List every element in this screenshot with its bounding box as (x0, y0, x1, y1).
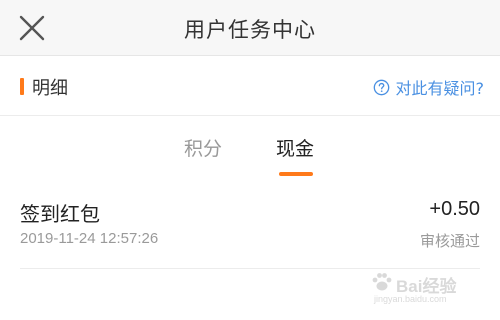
active-tab-indicator (279, 172, 313, 176)
record-status: 审核通过 (419, 232, 480, 250)
faq-link[interactable]: 对此有疑问? (373, 75, 485, 99)
paw-icon (372, 273, 392, 291)
tab-bar: 积分 现金 (0, 116, 500, 180)
tab-cash[interactable]: 现金 (276, 134, 314, 161)
detail-section-header: 明细 对此有疑问? (0, 56, 500, 116)
page-title: 用户任务中心 (184, 18, 316, 42)
record-timestamp: 2019-11-24 12:57:26 (20, 230, 159, 247)
question-circle-icon (373, 79, 389, 95)
watermark-url: jingyan.baidu.com (374, 294, 447, 304)
list-item: 签到红包 2019-11-24 12:57:26 +0.50 审核通过 (0, 180, 500, 270)
section-accent-bar (20, 78, 24, 95)
record-amount: +0.50 (429, 198, 480, 220)
record-title: 签到红包 (20, 202, 100, 226)
section-label: 明细 (32, 78, 68, 99)
faq-link-label: 对此有疑问? (395, 79, 485, 98)
top-bar: 用户任务中心 (0, 0, 500, 56)
watermark: Bai经验 jingyan.baidu.com (370, 268, 470, 308)
tab-points[interactable]: 积分 (184, 134, 222, 161)
